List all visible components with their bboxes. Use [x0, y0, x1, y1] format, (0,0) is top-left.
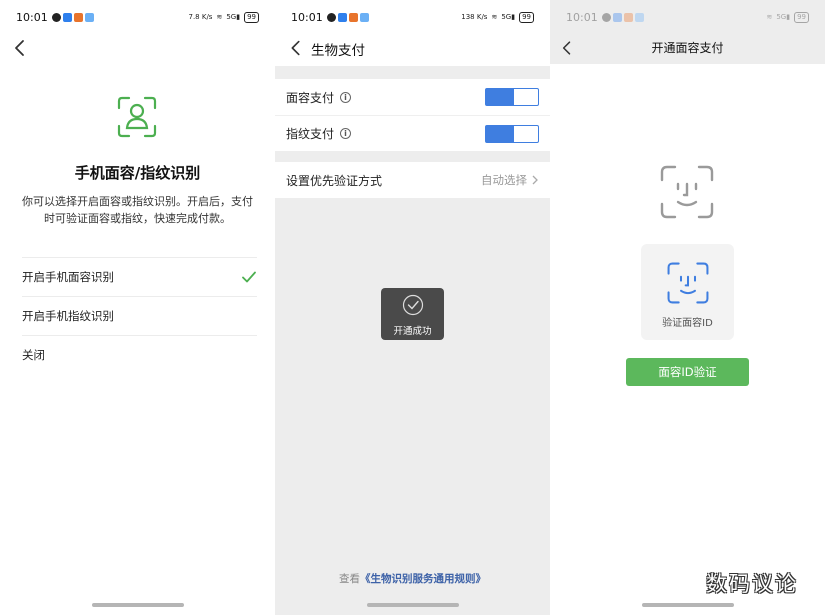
status-time: 10:01: [291, 10, 323, 24]
screen-biometric-payment: 10:01 138 K/s ≋ 5G▮ 99 生物支付 面容支付 i 指纹支付 …: [275, 0, 550, 615]
status-bar: 10:01 7.8 K/s ≋ 5G▮ 99: [0, 0, 275, 34]
wifi-icon: ≋: [216, 13, 223, 21]
wifi-icon: ≋: [766, 13, 773, 21]
finger-pay-toggle[interactable]: [485, 124, 539, 143]
chevron-right-icon: [532, 175, 538, 185]
screen-face-fingerprint-setup: 10:01 7.8 K/s ≋ 5G▮ 99 手机面容/指纹识别 你可以选择开启…: [0, 0, 275, 615]
option-list: 开启手机面容识别 开启手机指纹识别 关闭: [22, 257, 257, 374]
watermark: 数码议论: [706, 572, 798, 596]
app-icon: [62, 12, 72, 22]
finger-pay-row: 指纹支付 i: [275, 115, 550, 151]
app-icon: [84, 12, 94, 22]
finger-pay-label: 指纹支付: [286, 127, 335, 141]
app-icon: [359, 12, 369, 22]
signal-icon: 5G▮: [776, 13, 791, 21]
qq-icon: [51, 12, 61, 22]
success-toast: 开通成功: [381, 288, 444, 340]
option-enable-face[interactable]: 开启手机面容识别: [22, 257, 257, 296]
home-indicator[interactable]: [366, 603, 459, 607]
header: 10:01 ≋ 5G▮ 99 开通面容支付: [550, 0, 825, 64]
option-label: 开启手机面容识别: [22, 270, 114, 284]
info-icon[interactable]: i: [340, 128, 352, 139]
page-description: 你可以选择开启面容或指纹识别。开启后，支付时可验证面容或指纹，快速完成付款。: [22, 195, 253, 225]
checkmark-icon: [242, 271, 256, 283]
face-id-card-label: 验证面容ID: [662, 318, 713, 329]
option-enable-fingerprint[interactable]: 开启手机指纹识别: [22, 296, 257, 335]
qq-icon: [326, 12, 336, 22]
face-id-icon: [660, 165, 714, 219]
option-label: 开启手机指纹识别: [22, 309, 114, 323]
home-indicator[interactable]: [641, 603, 734, 607]
face-id-icon: [667, 262, 709, 304]
face-pay-row: 面容支付 i: [275, 79, 550, 115]
option-close[interactable]: 关闭: [22, 335, 257, 374]
status-right: 7.8 K/s ≋ 5G▮ 99: [188, 11, 259, 23]
app-icon: [337, 12, 347, 22]
app-icon: [612, 12, 622, 22]
notification-icons: [51, 12, 94, 22]
option-label: 关闭: [22, 348, 45, 362]
status-bar: 10:01 ≋ 5G▮ 99: [550, 0, 825, 34]
back-arrow-icon[interactable]: [8, 36, 32, 60]
app-icon: [634, 12, 644, 22]
priority-row[interactable]: 设置优先验证方式 自动选择: [275, 162, 550, 198]
page-title: 手机面容/指纹识别: [74, 164, 201, 182]
wifi-icon: ≋: [491, 13, 498, 21]
home-indicator[interactable]: [91, 603, 184, 607]
weibo-icon: [623, 12, 633, 22]
priority-value: 自动选择: [481, 172, 539, 188]
face-pay-toggle[interactable]: [485, 88, 539, 106]
face-pay-label: 面容支付: [286, 90, 335, 105]
qq-icon: [601, 12, 611, 22]
info-icon[interactable]: i: [340, 91, 352, 103]
battery-icon: 99: [519, 11, 534, 23]
priority-label: 设置优先验证方式: [286, 173, 383, 188]
battery-icon: 99: [794, 11, 809, 23]
face-recognition-icon: [117, 96, 157, 138]
rules-footer: 查看《生物识别服务通用规则》: [339, 573, 486, 585]
net-speed: 7.8 K/s: [188, 13, 213, 21]
notification-icons: [601, 12, 644, 22]
rules-link[interactable]: 《生物识别服务通用规则》: [360, 573, 486, 585]
back-arrow-icon[interactable]: [285, 37, 307, 59]
status-bar: 10:01 138 K/s ≋ 5G▮ 99: [275, 0, 550, 34]
battery-icon: 99: [244, 11, 259, 23]
weibo-icon: [73, 12, 83, 22]
screen-enable-face-pay: 10:01 ≋ 5G▮ 99 开通面容支付 验证面容ID 面容ID验证 数码议论: [550, 0, 825, 615]
face-id-card[interactable]: 验证面容ID: [641, 244, 734, 340]
status-right: ≋ 5G▮ 99: [766, 11, 809, 23]
signal-icon: 5G▮: [226, 13, 241, 21]
page-title: 开通面容支付: [651, 41, 724, 55]
payment-toggles-card: 面容支付 i 指纹支付 i: [275, 79, 550, 151]
net-speed: 138 K/s: [461, 13, 488, 21]
face-id-verify-button[interactable]: 面容ID验证: [626, 358, 749, 386]
status-right: 138 K/s ≋ 5G▮ 99: [461, 11, 534, 23]
toast-text: 开通成功: [393, 326, 432, 337]
check-circle-icon: [402, 294, 423, 316]
weibo-icon: [348, 12, 358, 22]
page-title: 生物支付: [311, 43, 365, 59]
header: 10:01 138 K/s ≋ 5G▮ 99 生物支付: [275, 0, 550, 66]
status-time: 10:01: [566, 10, 598, 24]
notification-icons: [326, 12, 369, 22]
priority-card: 设置优先验证方式 自动选择: [275, 162, 550, 198]
signal-icon: 5G▮: [501, 13, 516, 21]
status-time: 10:01: [16, 10, 48, 24]
